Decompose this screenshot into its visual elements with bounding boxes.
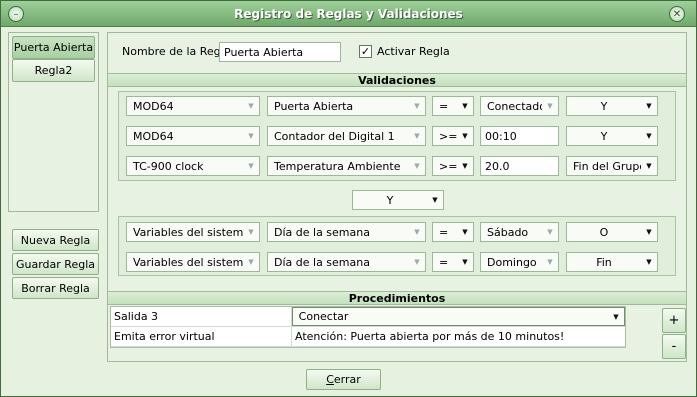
chevron-down-icon: ▼	[414, 132, 420, 140]
chevron-down-icon: ▼	[414, 258, 420, 266]
chevron-down-icon: ▼	[613, 312, 619, 321]
save-rule-button[interactable]: Guardar Regla	[12, 253, 99, 275]
chevron-down-icon: ▼	[646, 132, 652, 140]
add-procedure-button[interactable]: +	[662, 308, 686, 333]
variable-select[interactable]: Día de la semana ▼	[267, 222, 426, 242]
value-select[interactable]: Sábado ▼	[480, 222, 559, 242]
close-label-mnemonic: C	[326, 373, 334, 386]
procedure-action-select[interactable]: Conectar ▼	[291, 307, 625, 326]
operator-select[interactable]: >= ▼	[432, 156, 474, 176]
chevron-down-icon: ▼	[646, 102, 652, 110]
validations-header: Validaciones	[108, 73, 686, 87]
operator-select[interactable]: >= ▼	[432, 126, 474, 146]
rule-name-input[interactable]: Puerta Abierta	[219, 42, 341, 62]
value-input[interactable]: 20.0	[480, 156, 559, 176]
variable-select[interactable]: Día de la semana ▼	[267, 252, 426, 272]
chevron-down-icon: ▼	[462, 258, 468, 266]
checkmark-icon: ✓	[359, 45, 372, 58]
procedure-target: Emita error virtual	[111, 327, 292, 346]
chevron-down-icon: ▼	[547, 102, 553, 110]
chevron-down-icon: ▼	[547, 258, 553, 266]
chevron-down-icon: ▼	[414, 102, 420, 110]
variable-select[interactable]: Temperatura Ambiente ▼	[267, 156, 426, 176]
new-rule-button[interactable]: Nueva Regla	[12, 229, 99, 251]
variable-select[interactable]: Contador del Digital 1 ▼	[267, 126, 426, 146]
rule-name-label: Nombre de la Regla:	[122, 45, 235, 58]
group-join-select[interactable]: Y ▼	[352, 190, 444, 210]
value-input[interactable]: 00:10	[480, 126, 559, 146]
device-select[interactable]: MOD64 ▼	[126, 126, 260, 146]
operator-select[interactable]: = ▼	[432, 222, 474, 242]
device-select[interactable]: TC-900 clock ▼	[126, 156, 260, 176]
chevron-down-icon: ▼	[432, 196, 438, 204]
operator-select[interactable]: = ▼	[432, 252, 474, 272]
chevron-down-icon: ▼	[248, 132, 254, 140]
window-title: Registro de Reglas y Validaciones	[234, 7, 463, 21]
delete-rule-button[interactable]: Borrar Regla	[12, 277, 99, 299]
rules-list: Puerta Abierta Regla2	[8, 32, 99, 212]
chevron-down-icon: ▼	[646, 162, 652, 170]
close-icon[interactable]: ✕	[669, 6, 685, 22]
logic-select[interactable]: O ▼	[566, 222, 658, 242]
operator-select[interactable]: = ▼	[432, 96, 474, 116]
procedure-action: Atención: Puerta abierta por más de 10 m…	[295, 330, 565, 343]
remove-procedure-button[interactable]: -	[662, 334, 686, 359]
logic-select[interactable]: Y ▼	[566, 126, 658, 146]
activate-rule-label: Activar Regla	[377, 45, 450, 58]
procedure-target: Salida 3	[111, 307, 292, 326]
value-select[interactable]: Conectado ▼	[480, 96, 559, 116]
logic-select[interactable]: Y ▼	[566, 96, 658, 116]
close-label: errar	[333, 373, 361, 386]
chevron-down-icon: ▼	[462, 102, 468, 110]
table-row[interactable]: Emita error virtual Atención: Puerta abi…	[111, 327, 625, 347]
chevron-down-icon: ▼	[646, 258, 652, 266]
chevron-down-icon: ▼	[248, 162, 254, 170]
logic-select[interactable]: Fin del Grupo ▼	[566, 156, 658, 176]
chevron-down-icon: ▼	[462, 132, 468, 140]
procedures-header: Procedimientos	[108, 291, 686, 305]
chevron-down-icon: ▼	[414, 228, 420, 236]
chevron-down-icon: ▼	[248, 102, 254, 110]
variable-select[interactable]: Puerta Abierta ▼	[267, 96, 426, 116]
chevron-down-icon: ▼	[646, 228, 652, 236]
device-select[interactable]: Variables del sistema ▼	[126, 252, 260, 272]
activate-rule-checkbox[interactable]: ✓ Activar Regla	[359, 45, 450, 58]
chevron-down-icon: ▼	[462, 162, 468, 170]
chevron-down-icon: ▼	[547, 228, 553, 236]
close-button[interactable]: Cerrar	[306, 369, 381, 390]
value-select[interactable]: Domingo ▼	[480, 252, 559, 272]
logic-select[interactable]: Fin ▼	[566, 252, 658, 272]
chevron-down-icon: ▼	[248, 228, 254, 236]
rule-item-regla2[interactable]: Regla2	[12, 59, 95, 82]
device-select[interactable]: Variables del sistema ▼	[126, 222, 260, 242]
chevron-down-icon: ▼	[462, 228, 468, 236]
procedures-table: Salida 3 Conectar ▼ Emita error virtual A…	[110, 306, 626, 348]
chevron-down-icon: ▼	[414, 162, 420, 170]
rule-item-puerta-abierta[interactable]: Puerta Abierta	[12, 36, 95, 59]
device-select[interactable]: MOD64 ▼	[126, 96, 260, 116]
main-window: – Registro de Reglas y Validaciones ✕ Pu…	[0, 0, 697, 397]
title-bar: – Registro de Reglas y Validaciones ✕	[1, 1, 696, 27]
table-row[interactable]: Salida 3 Conectar ▼	[111, 307, 625, 327]
chevron-down-icon: ▼	[248, 258, 254, 266]
